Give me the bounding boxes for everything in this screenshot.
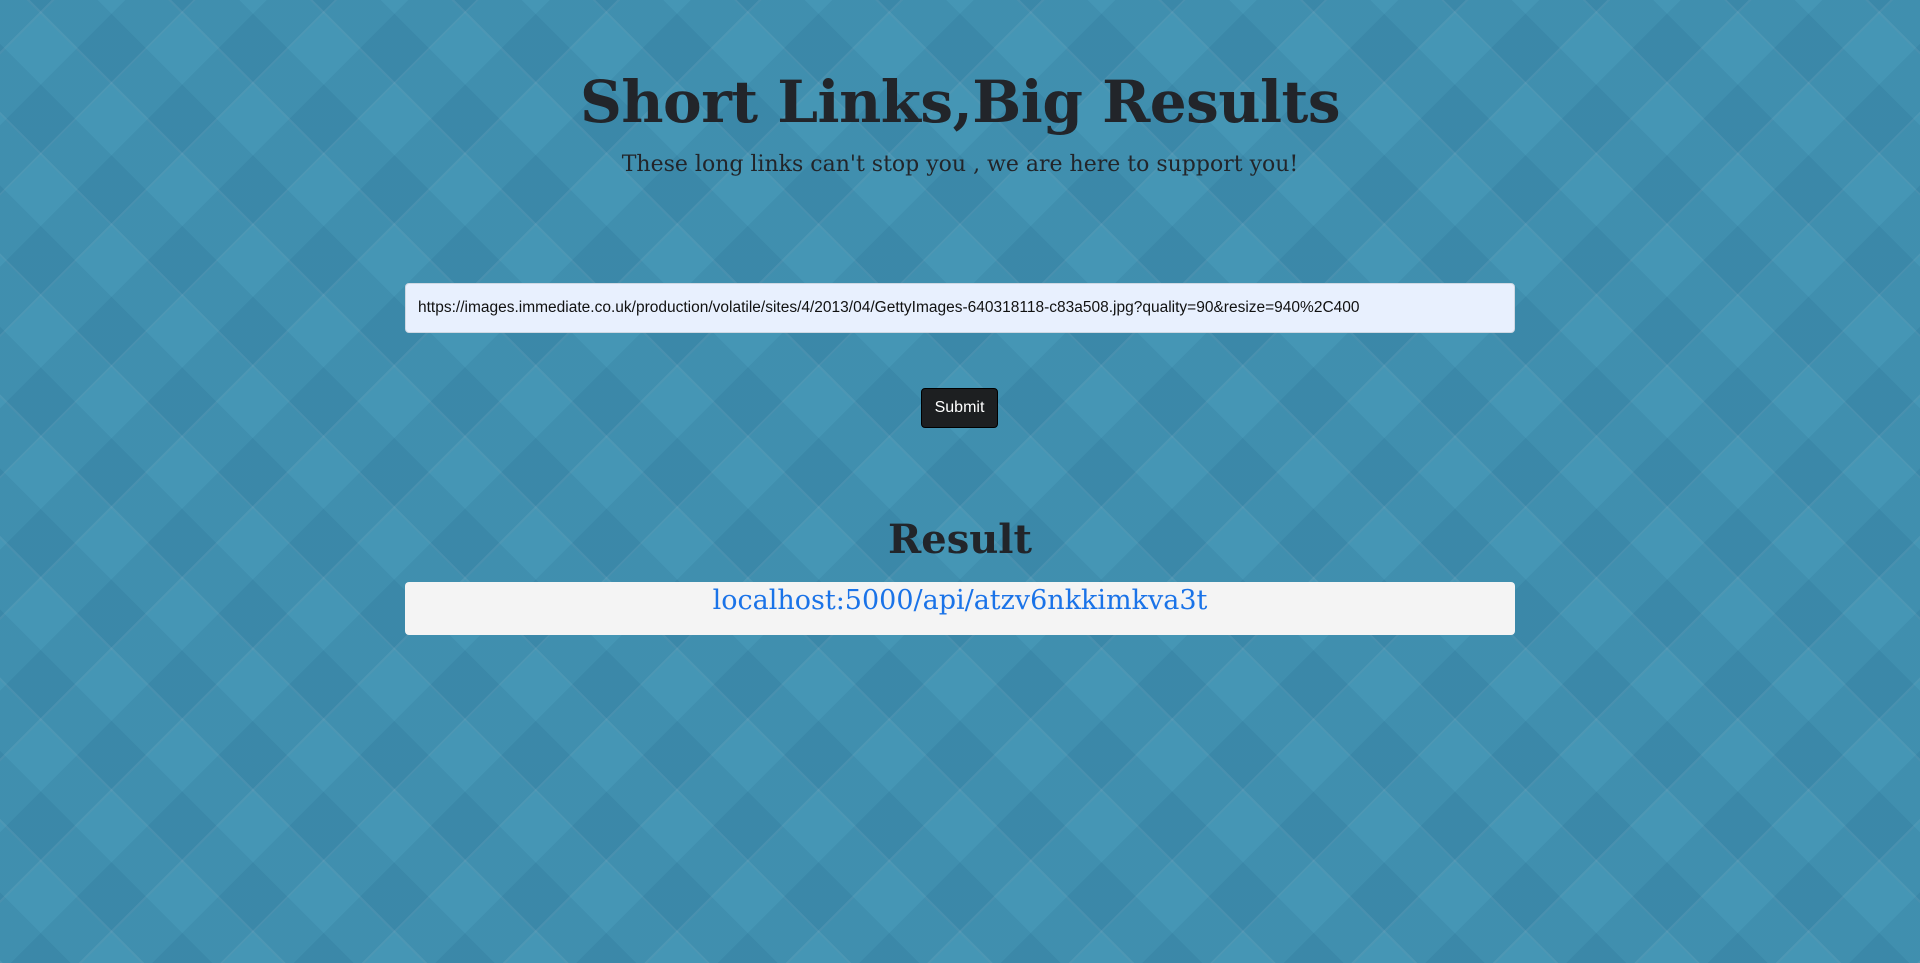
short-link[interactable]: localhost:5000/api/atzv6nkkimkva3t	[713, 582, 1208, 620]
url-input[interactable]	[405, 283, 1515, 333]
hero-section: Short Links,Big Results These long links…	[0, 62, 1920, 180]
result-box: localhost:5000/api/atzv6nkkimkva3t	[405, 582, 1515, 635]
page-title: Short Links,Big Results	[579, 68, 1341, 136]
page-subtitle: These long links can't stop you , we are…	[621, 152, 1299, 177]
result-heading: Result	[888, 516, 1032, 563]
submit-button[interactable]: Submit	[921, 388, 998, 428]
